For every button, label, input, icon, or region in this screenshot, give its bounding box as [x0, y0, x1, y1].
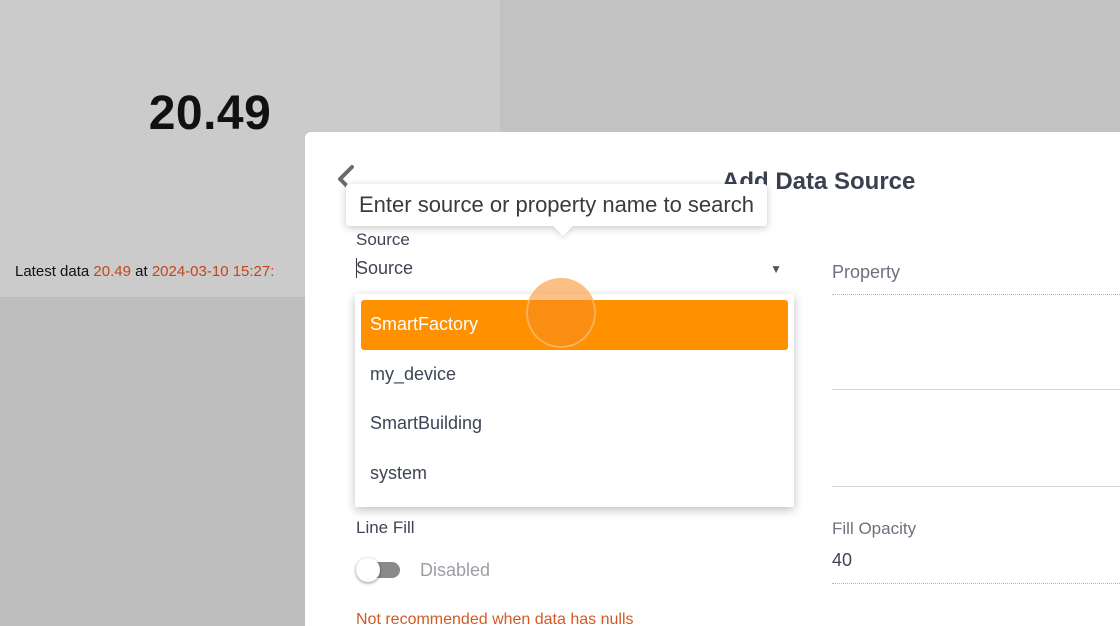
line-fill-label: Line Fill [356, 518, 415, 537]
source-input-value: Source [356, 258, 414, 278]
latest-data-line: Latest data 20.49 at 2024-03-10 15:27: [15, 263, 307, 280]
search-hint-tooltip: Enter source or property name to search [346, 184, 767, 236]
line-fill-warning: Not recommended when data has nulls [356, 611, 634, 626]
source-label: Source [356, 230, 410, 249]
dropdown-caret-icon[interactable]: ▼ [770, 262, 782, 276]
add-data-source-modal: Add Data Source Enter source or property… [305, 132, 1120, 626]
tooltip-arrow [553, 216, 573, 236]
fill-opacity-label: Fill Opacity [832, 519, 917, 538]
tooltip-text: Enter source or property name to search [359, 192, 754, 217]
click-indicator [526, 278, 596, 348]
line-fill-state: Disabled [420, 560, 491, 580]
latest-data-value: 20.49 [93, 263, 131, 280]
source-option-system[interactable]: system [361, 449, 788, 499]
latest-data-at: at [135, 263, 148, 280]
latest-data-prefix: Latest data [15, 263, 90, 280]
section-divider [832, 389, 1120, 390]
line-fill-toggle[interactable] [356, 558, 400, 582]
source-option-smartbuilding[interactable]: SmartBuilding [361, 399, 788, 449]
source-option-my-device[interactable]: my_device [361, 350, 788, 400]
fill-opacity-input[interactable]: 40 [832, 550, 1120, 584]
toggle-knob [356, 558, 380, 582]
section-divider [832, 486, 1120, 487]
property-field[interactable]: Property [832, 262, 900, 283]
property-underline [832, 294, 1120, 295]
latest-data-timestamp: 2024-03-10 15:27: [151, 263, 275, 280]
